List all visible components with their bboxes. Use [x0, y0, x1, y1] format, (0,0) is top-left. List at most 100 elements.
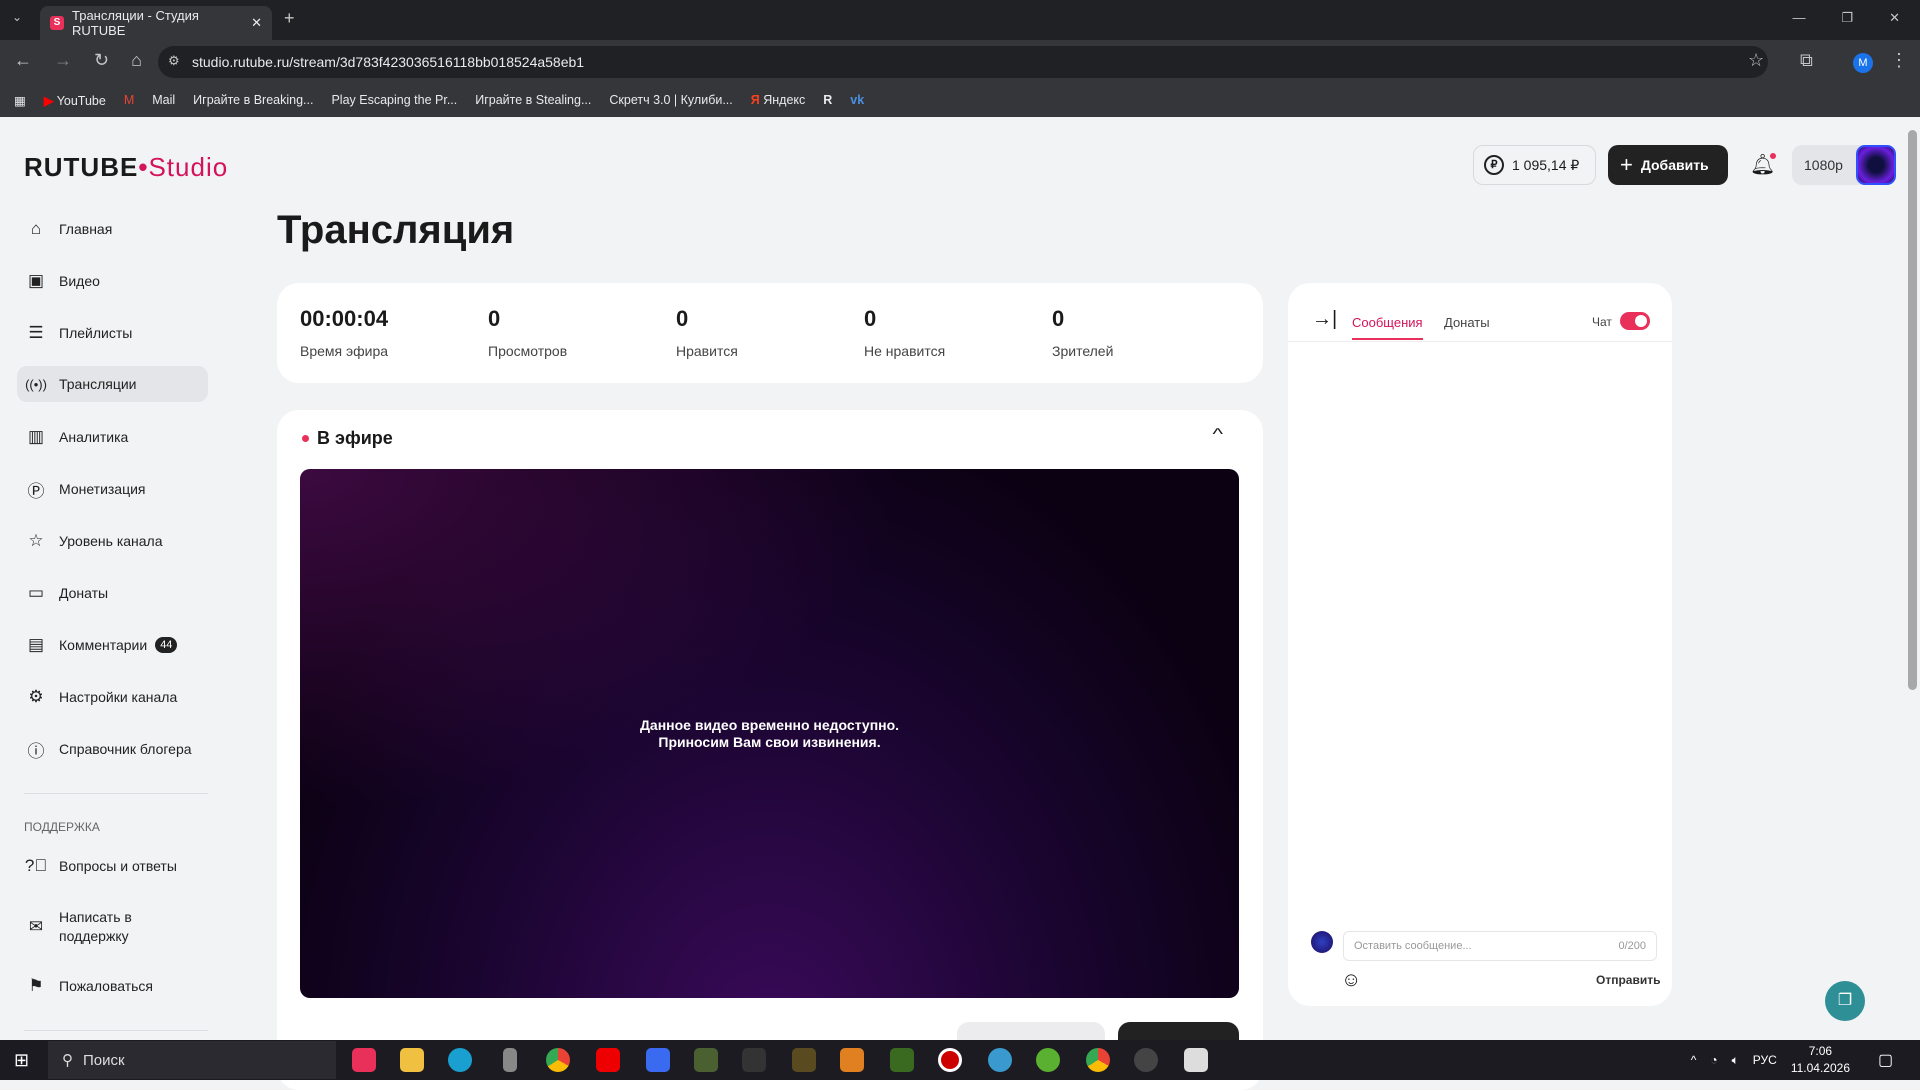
collapse-chat-icon[interactable]: →|	[1312, 308, 1337, 331]
chrome-icon[interactable]	[546, 1048, 570, 1072]
balance-button[interactable]: ₽1 095,14 ₽	[1473, 145, 1596, 185]
obs-icon[interactable]	[1134, 1048, 1158, 1072]
app-icon[interactable]	[988, 1048, 1012, 1072]
gta-icon[interactable]	[694, 1048, 718, 1072]
chrome-profile-icon[interactable]	[1086, 1048, 1110, 1072]
close-window-icon[interactable]: ✕	[1889, 10, 1900, 26]
sidebar-item-report[interactable]: ⚑ Пожаловаться	[17, 968, 208, 1004]
support-heading: ПОДДЕРЖКА	[24, 820, 100, 834]
extensions-icon[interactable]: ⧉	[1800, 50, 1813, 71]
sidebar-item-playlists[interactable]: ☰ Плейлисты	[17, 315, 208, 351]
scrollbar[interactable]	[1905, 120, 1920, 1040]
utorrent-icon[interactable]	[1036, 1048, 1060, 1072]
minimize-icon[interactable]: —	[1792, 10, 1805, 26]
bookmark-rutube[interactable]: R	[823, 93, 832, 107]
emoji-icon[interactable]: ☺	[1341, 969, 1361, 992]
minecraft-icon[interactable]	[890, 1048, 914, 1072]
url-input[interactable]: studio.rutube.ru/stream/3d783f4230365161…	[158, 46, 1768, 78]
chat-message-input[interactable]: Оставить сообщение... 0/200	[1343, 931, 1657, 961]
apps-icon[interactable]: ▦	[14, 93, 26, 108]
sidebar-item-home[interactable]: ⌂ Главная	[17, 211, 208, 247]
bookmark-mail[interactable]: Mail	[152, 93, 175, 107]
flag-icon: ⚑	[28, 976, 44, 995]
stat-airtime-label: Время эфира	[300, 343, 389, 359]
game-icon[interactable]	[742, 1048, 766, 1072]
sidebar-item-comments[interactable]: ▤ Комментарии 44	[17, 627, 208, 663]
file-explorer-icon[interactable]	[400, 1048, 424, 1072]
sidebar-item-streams[interactable]: ((•)) Трансляции	[17, 366, 208, 402]
edge-icon[interactable]	[448, 1048, 472, 1072]
close-tab-icon[interactable]: ✕	[251, 15, 262, 31]
windows-start-icon[interactable]: ⊞	[14, 1050, 29, 1071]
clock[interactable]: 7:06 11.04.2026	[1791, 1043, 1850, 1077]
sidebar-item-settings[interactable]: ⚙ Настройки канала	[17, 679, 208, 715]
blender-app-icon[interactable]	[840, 1048, 864, 1072]
menu-icon[interactable]: ⋮	[1890, 50, 1908, 71]
sidebar-item-analytics[interactable]: ▥ Аналитика	[17, 419, 208, 455]
profile-avatar[interactable]: M	[1853, 53, 1873, 73]
sidebar-item-video[interactable]: ▣ Видео	[17, 263, 208, 299]
bookmark-breaking[interactable]: Играйте в Breaking...	[193, 93, 313, 107]
analytics-icon: ▥	[27, 427, 45, 446]
kaspersky-icon[interactable]	[596, 1048, 620, 1072]
new-tab-button[interactable]: +	[284, 8, 295, 29]
channel-avatar[interactable]	[1856, 145, 1896, 185]
bookmark-escaping[interactable]: Play Escaping the Pr...	[331, 93, 457, 107]
video-player[interactable]: Данное видео временно недоступно. Приноси…	[300, 469, 1239, 998]
page-title: Трансляция	[277, 208, 515, 252]
bookmark-gmail[interactable]: M	[124, 93, 134, 107]
bookmark-youtube[interactable]: ▶ YouTube	[44, 93, 106, 108]
volume-icon[interactable]: 🔈︎	[1732, 1053, 1739, 1068]
bell-icon[interactable]: 🔔︎	[1750, 152, 1777, 177]
collapse-chevron-icon[interactable]: ^	[1212, 426, 1223, 444]
wallet-icon: ▭	[27, 583, 45, 602]
taskbar-search[interactable]: ⚲ Поиск	[48, 1041, 336, 1079]
restore-icon[interactable]: ❐	[1841, 10, 1853, 26]
info-icon: ⓘ	[27, 741, 45, 761]
send-button[interactable]: Отправить	[1596, 973, 1660, 987]
sidebar-item-donates[interactable]: ▭ Донаты	[17, 575, 208, 611]
bookmark-yandex[interactable]: Я Яндекс	[751, 93, 806, 107]
browser-tab[interactable]: S Трансляции - Студия RUTUBE ✕	[40, 6, 272, 40]
broadcast-icon: ((•))	[25, 376, 47, 392]
sidebar-item-contact-support[interactable]: ✉ Написать в поддержку	[17, 905, 208, 949]
chat-toggle[interactable]	[1620, 312, 1650, 330]
language-indicator[interactable]: РУС	[1753, 1053, 1777, 1067]
recorder-icon[interactable]	[938, 1048, 962, 1072]
sidebar-divider	[24, 793, 208, 794]
sidebar-item-channel-level[interactable]: ☆ Уровень канала	[17, 523, 208, 559]
bookmark-vk[interactable]: vk	[850, 93, 864, 107]
bookmark-scratch[interactable]: Скретч 3.0 | Кулиби...	[609, 93, 732, 107]
reload-icon[interactable]: ↻	[94, 50, 109, 71]
bookmark-stealing[interactable]: Играйте в Stealing...	[475, 93, 591, 107]
tab-donates[interactable]: Донаты	[1444, 315, 1490, 330]
tab-list-button[interactable]: ⌄	[12, 10, 22, 24]
stat-viewers-value: 0	[1052, 306, 1065, 331]
notifications-icon[interactable]: ▢	[1878, 1050, 1893, 1070]
stats-card	[277, 283, 1263, 383]
wifi-icon[interactable]: ◔	[1710, 1053, 1717, 1067]
java-icon[interactable]	[1184, 1048, 1208, 1072]
user-avatar	[1311, 931, 1333, 953]
site-info-icon[interactable]: ⚙	[168, 53, 180, 69]
back-icon[interactable]: ←	[14, 50, 32, 71]
support-chat-button[interactable]: ❐	[1825, 981, 1865, 1021]
app-icon[interactable]	[792, 1048, 816, 1072]
comments-count-badge: 44	[155, 637, 178, 653]
sidebar-item-monetization[interactable]: Ⓟ Монетизация	[17, 471, 208, 507]
rutube-app-icon[interactable]	[352, 1048, 376, 1072]
tab-messages[interactable]: Сообщения	[1352, 315, 1423, 340]
add-button[interactable]: + Добавить	[1608, 145, 1728, 185]
stat-airtime-value: 00:00:04	[300, 306, 389, 331]
sidebar-item-guide[interactable]: ⓘ Справочник блогера	[17, 731, 208, 767]
app-icon[interactable]	[503, 1048, 517, 1072]
home-icon[interactable]: ⌂	[131, 50, 142, 71]
bookmark-star-icon[interactable]: ☆	[1748, 50, 1764, 71]
sidebar-item-faq[interactable]: ?⃝ Вопросы и ответы	[17, 848, 208, 884]
roblox-icon[interactable]	[646, 1048, 670, 1072]
star-icon: ☆	[28, 531, 44, 550]
rutube-studio-logo[interactable]: RUTUBE•Studio	[24, 152, 228, 183]
forward-icon[interactable]: →	[54, 50, 72, 71]
tray-expand-icon[interactable]: ^	[1691, 1053, 1697, 1067]
question-icon: ?⃝	[24, 856, 48, 875]
